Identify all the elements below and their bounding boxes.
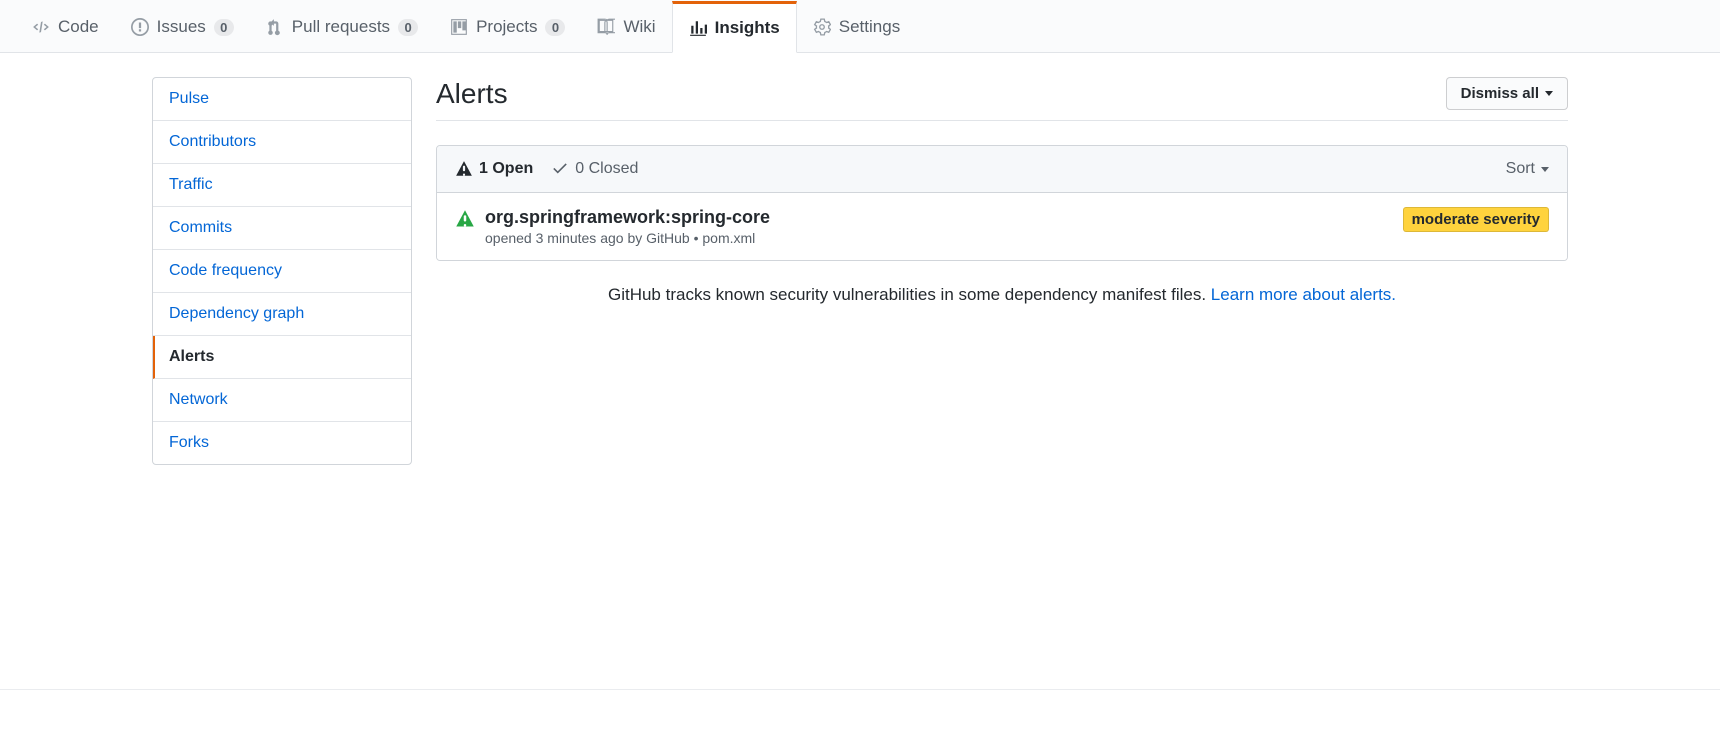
sidebar-item-alerts: Alerts <box>153 336 411 379</box>
page-title: Alerts <box>436 78 508 110</box>
tab-pull-requests[interactable]: Pull requests 0 <box>250 0 434 52</box>
sidebar-item-contributors[interactable]: Contributors <box>153 121 411 164</box>
page-divider <box>0 689 1720 690</box>
sidebar-item-pulse[interactable]: Pulse <box>153 78 411 121</box>
tab-issues[interactable]: Issues 0 <box>115 0 250 52</box>
tab-insights[interactable]: Insights <box>672 1 797 53</box>
main-content: Alerts Dismiss all 1 Open 0 Closed <box>436 77 1568 465</box>
tab-settings[interactable]: Settings <box>797 0 916 52</box>
closed-count: 0 Closed <box>575 160 638 178</box>
tab-label: Issues <box>157 17 206 37</box>
graph-icon <box>689 19 707 37</box>
gear-icon <box>813 18 831 36</box>
sort-label: Sort <box>1506 160 1535 178</box>
filter-open[interactable]: 1 Open <box>455 160 533 178</box>
tab-wiki[interactable]: Wiki <box>581 0 671 52</box>
project-icon <box>450 18 468 36</box>
alert-triangle-icon <box>455 160 473 178</box>
alert-meta: opened 3 minutes ago by GitHub • pom.xml <box>485 230 770 246</box>
alert-title: org.springframework:spring-core <box>485 207 770 228</box>
sidebar-item-traffic[interactable]: Traffic <box>153 164 411 207</box>
sidebar-item-forks[interactable]: Forks <box>153 422 411 464</box>
severity-label: moderate severity <box>1403 207 1549 232</box>
check-icon <box>551 160 569 178</box>
tab-label: Wiki <box>623 17 655 37</box>
alert-triangle-icon <box>455 209 475 229</box>
sidebar-label: Network <box>169 391 228 408</box>
code-icon <box>32 18 50 36</box>
footer-note: GitHub tracks known security vulnerabili… <box>436 285 1568 305</box>
footer-text: GitHub tracks known security vulnerabili… <box>608 285 1211 304</box>
sort-button[interactable]: Sort <box>1506 160 1549 178</box>
sidebar-label: Pulse <box>169 90 209 107</box>
tab-label: Pull requests <box>292 17 390 37</box>
tab-label: Code <box>58 17 99 37</box>
pr-count: 0 <box>398 19 418 36</box>
filter-closed[interactable]: 0 Closed <box>551 160 638 178</box>
caret-down-icon <box>1545 91 1553 96</box>
sidebar-item-dependency-graph[interactable]: Dependency graph <box>153 293 411 336</box>
tab-label: Insights <box>715 18 780 38</box>
book-icon <box>597 18 615 36</box>
tab-label: Projects <box>476 17 537 37</box>
tab-code[interactable]: Code <box>16 0 115 52</box>
sidebar-item-network[interactable]: Network <box>153 379 411 422</box>
alert-row[interactable]: org.springframework:spring-core opened 3… <box>437 193 1567 260</box>
sidebar-label: Dependency graph <box>169 305 304 322</box>
sidebar-label: Forks <box>169 434 209 451</box>
pull-request-icon <box>266 18 284 36</box>
sidebar-label: Alerts <box>169 348 214 365</box>
issues-count: 0 <box>214 19 234 36</box>
sidebar-item-code-frequency[interactable]: Code frequency <box>153 250 411 293</box>
caret-down-icon <box>1541 167 1549 172</box>
button-label: Dismiss all <box>1461 85 1539 102</box>
projects-count: 0 <box>545 19 565 36</box>
sidebar-label: Traffic <box>169 176 213 193</box>
learn-more-link[interactable]: Learn more about alerts. <box>1211 285 1396 304</box>
sidebar-item-commits[interactable]: Commits <box>153 207 411 250</box>
sidebar-label: Commits <box>169 219 232 236</box>
sidebar-label: Contributors <box>169 133 256 150</box>
insights-sidebar: Pulse Contributors Traffic Commits Code … <box>152 77 412 465</box>
sidebar-label: Code frequency <box>169 262 282 279</box>
alerts-box: 1 Open 0 Closed Sort org.springframe <box>436 145 1568 261</box>
tab-projects[interactable]: Projects 0 <box>434 0 581 52</box>
issue-icon <box>131 18 149 36</box>
open-count: 1 Open <box>479 160 533 178</box>
dismiss-all-button[interactable]: Dismiss all <box>1446 77 1568 110</box>
tab-label: Settings <box>839 17 900 37</box>
repo-tabs: Code Issues 0 Pull requests 0 Projects 0… <box>0 0 1720 53</box>
alerts-box-header: 1 Open 0 Closed Sort <box>437 146 1567 193</box>
